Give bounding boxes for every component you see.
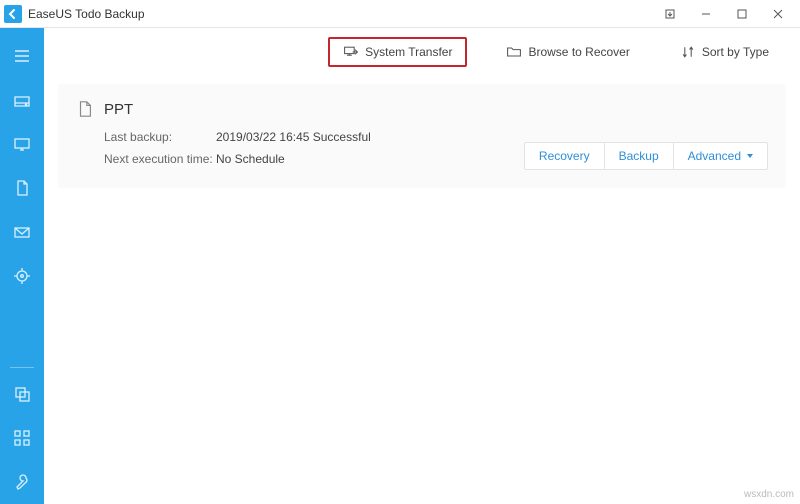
sidebar	[0, 28, 44, 504]
folder-icon	[506, 44, 522, 60]
main-panel: System Transfer Browse to Recover Sort b…	[44, 28, 800, 504]
system-transfer-icon	[343, 44, 359, 60]
monitor-icon	[12, 134, 32, 154]
tools-icon	[12, 428, 32, 448]
disk-icon	[12, 90, 32, 110]
sidebar-system-backup[interactable]	[0, 122, 44, 166]
recovery-button[interactable]: Recovery	[525, 143, 605, 169]
window-tray-button[interactable]	[652, 0, 688, 28]
target-icon	[12, 266, 32, 286]
mail-icon	[12, 222, 32, 242]
sidebar-clone[interactable]	[0, 372, 44, 416]
sort-by-type-button[interactable]: Sort by Type	[669, 37, 786, 67]
next-execution-label: Next execution time:	[104, 148, 216, 170]
titlebar: EaseUS Todo Backup	[0, 0, 800, 28]
sort-icon	[680, 44, 696, 60]
window-title: EaseUS Todo Backup	[28, 7, 652, 21]
watermark: wsxdn.com	[744, 489, 794, 500]
advanced-button[interactable]: Advanced	[674, 143, 767, 169]
system-transfer-button[interactable]: System Transfer	[328, 37, 467, 67]
wrench-icon	[12, 472, 32, 492]
menu-button[interactable]	[0, 34, 44, 78]
backup-button[interactable]: Backup	[605, 143, 674, 169]
window-close-button[interactable]	[760, 0, 796, 28]
backup-info: Last backup: 2019/03/22 16:45 Successful…	[76, 126, 524, 170]
backup-card: PPT Last backup: 2019/03/22 16:45 Succes…	[58, 84, 786, 188]
window-maximize-button[interactable]	[724, 0, 760, 28]
app-logo	[4, 5, 22, 23]
sidebar-smart-backup[interactable]	[0, 254, 44, 298]
window-minimize-button[interactable]	[688, 0, 724, 28]
system-transfer-label: System Transfer	[365, 45, 452, 59]
backup-name: PPT	[104, 101, 133, 118]
browse-to-recover-button[interactable]: Browse to Recover	[495, 37, 640, 67]
last-backup-value: 2019/03/22 16:45 Successful	[216, 126, 371, 148]
file-icon	[12, 178, 32, 198]
last-backup-row: Last backup: 2019/03/22 16:45 Successful	[104, 126, 524, 148]
sidebar-tools[interactable]	[0, 416, 44, 460]
browse-to-recover-label: Browse to Recover	[528, 45, 629, 59]
file-icon	[76, 100, 94, 118]
sidebar-logs[interactable]	[0, 460, 44, 504]
chevron-down-icon	[747, 154, 753, 158]
backup-actions: Recovery Backup Advanced	[524, 142, 768, 170]
sidebar-file-backup[interactable]	[0, 166, 44, 210]
sidebar-disk-backup[interactable]	[0, 78, 44, 122]
toolbar: System Transfer Browse to Recover Sort b…	[44, 28, 800, 76]
next-execution-value: No Schedule	[216, 148, 285, 170]
sidebar-mail-backup[interactable]	[0, 210, 44, 254]
clone-icon	[12, 384, 32, 404]
last-backup-label: Last backup:	[104, 126, 216, 148]
backup-card-header: PPT	[76, 100, 768, 118]
sort-by-type-label: Sort by Type	[702, 45, 769, 59]
next-execution-row: Next execution time: No Schedule	[104, 148, 524, 170]
